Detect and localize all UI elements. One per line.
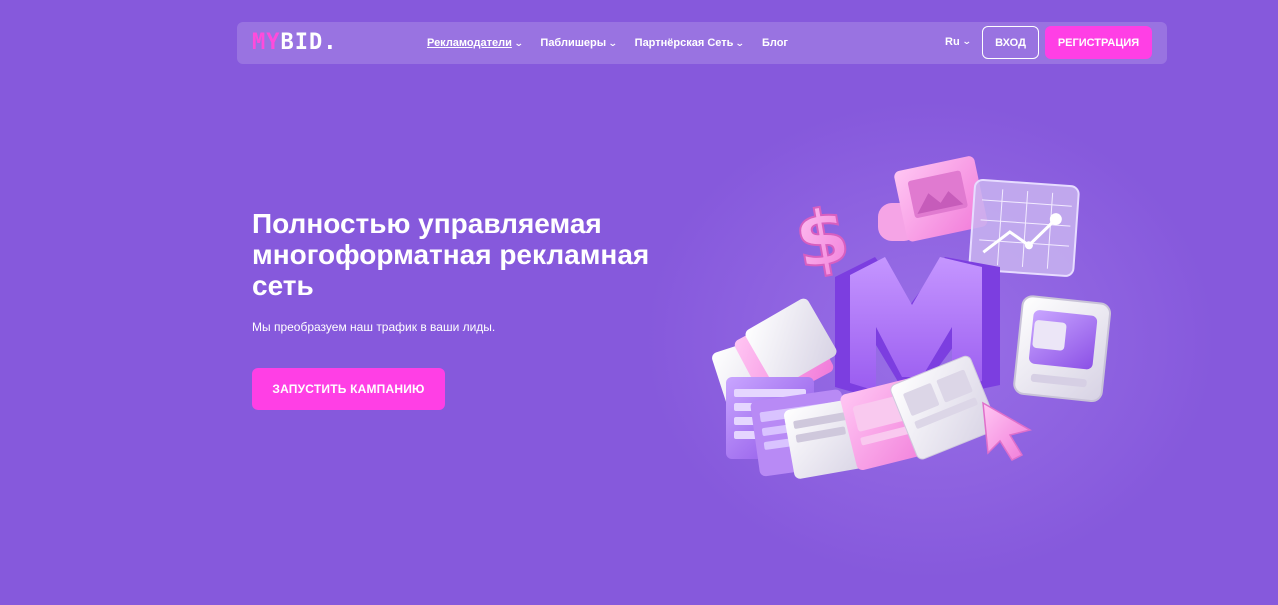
nav-item-advertisers[interactable]: Рекламодатели ⌄ <box>427 37 524 49</box>
top-navbar: MYBID. Рекламодатели ⌄ Паблишеры ⌄ Партн… <box>237 22 1167 64</box>
3d-ad-formats-illustration: $ <box>712 156 1112 479</box>
nav-item-label: Паблишеры <box>540 37 607 49</box>
logo-part-my: MY <box>252 30 281 55</box>
chevron-down-icon: ⌄ <box>961 36 972 46</box>
nav-item-label: Блог <box>761 37 789 49</box>
nav-item-blog[interactable]: Блог <box>762 37 788 49</box>
logo-part-bid: BID. <box>280 30 338 55</box>
monitor-card-icon <box>1013 295 1112 403</box>
nav-item-label: Партнёрская Сеть <box>634 37 734 49</box>
nav-item-label: Рекламодатели <box>427 37 512 49</box>
logo[interactable]: MYBID. <box>252 30 338 55</box>
chart-card-icon <box>968 178 1080 277</box>
chevron-down-icon: ⌄ <box>513 37 524 48</box>
register-button[interactable]: РЕГИСТРАЦИЯ <box>1045 26 1152 59</box>
hero-subtitle: Мы преобразуем наш трафик в ваши лиды. <box>252 320 496 334</box>
cursor-arrow-icon <box>982 401 1032 461</box>
login-button[interactable]: ВХОД <box>982 26 1039 59</box>
language-selector[interactable]: Ru ⌄ <box>945 36 972 48</box>
chevron-down-icon: ⌄ <box>607 37 618 48</box>
main-nav: Рекламодатели ⌄ Паблишеры ⌄ Партнёрская … <box>427 22 788 64</box>
nav-item-partner-network[interactable]: Партнёрская Сеть ⌄ <box>634 37 746 49</box>
launch-campaign-button[interactable]: ЗАПУСТИТЬ КАМПАНИЮ <box>252 368 445 410</box>
chevron-down-icon: ⌄ <box>735 37 746 48</box>
nav-item-publishers[interactable]: Паблишеры ⌄ <box>540 37 618 49</box>
language-label: Ru <box>945 36 960 48</box>
hero-title: Полностью управляемая многоформатная рек… <box>252 208 650 301</box>
